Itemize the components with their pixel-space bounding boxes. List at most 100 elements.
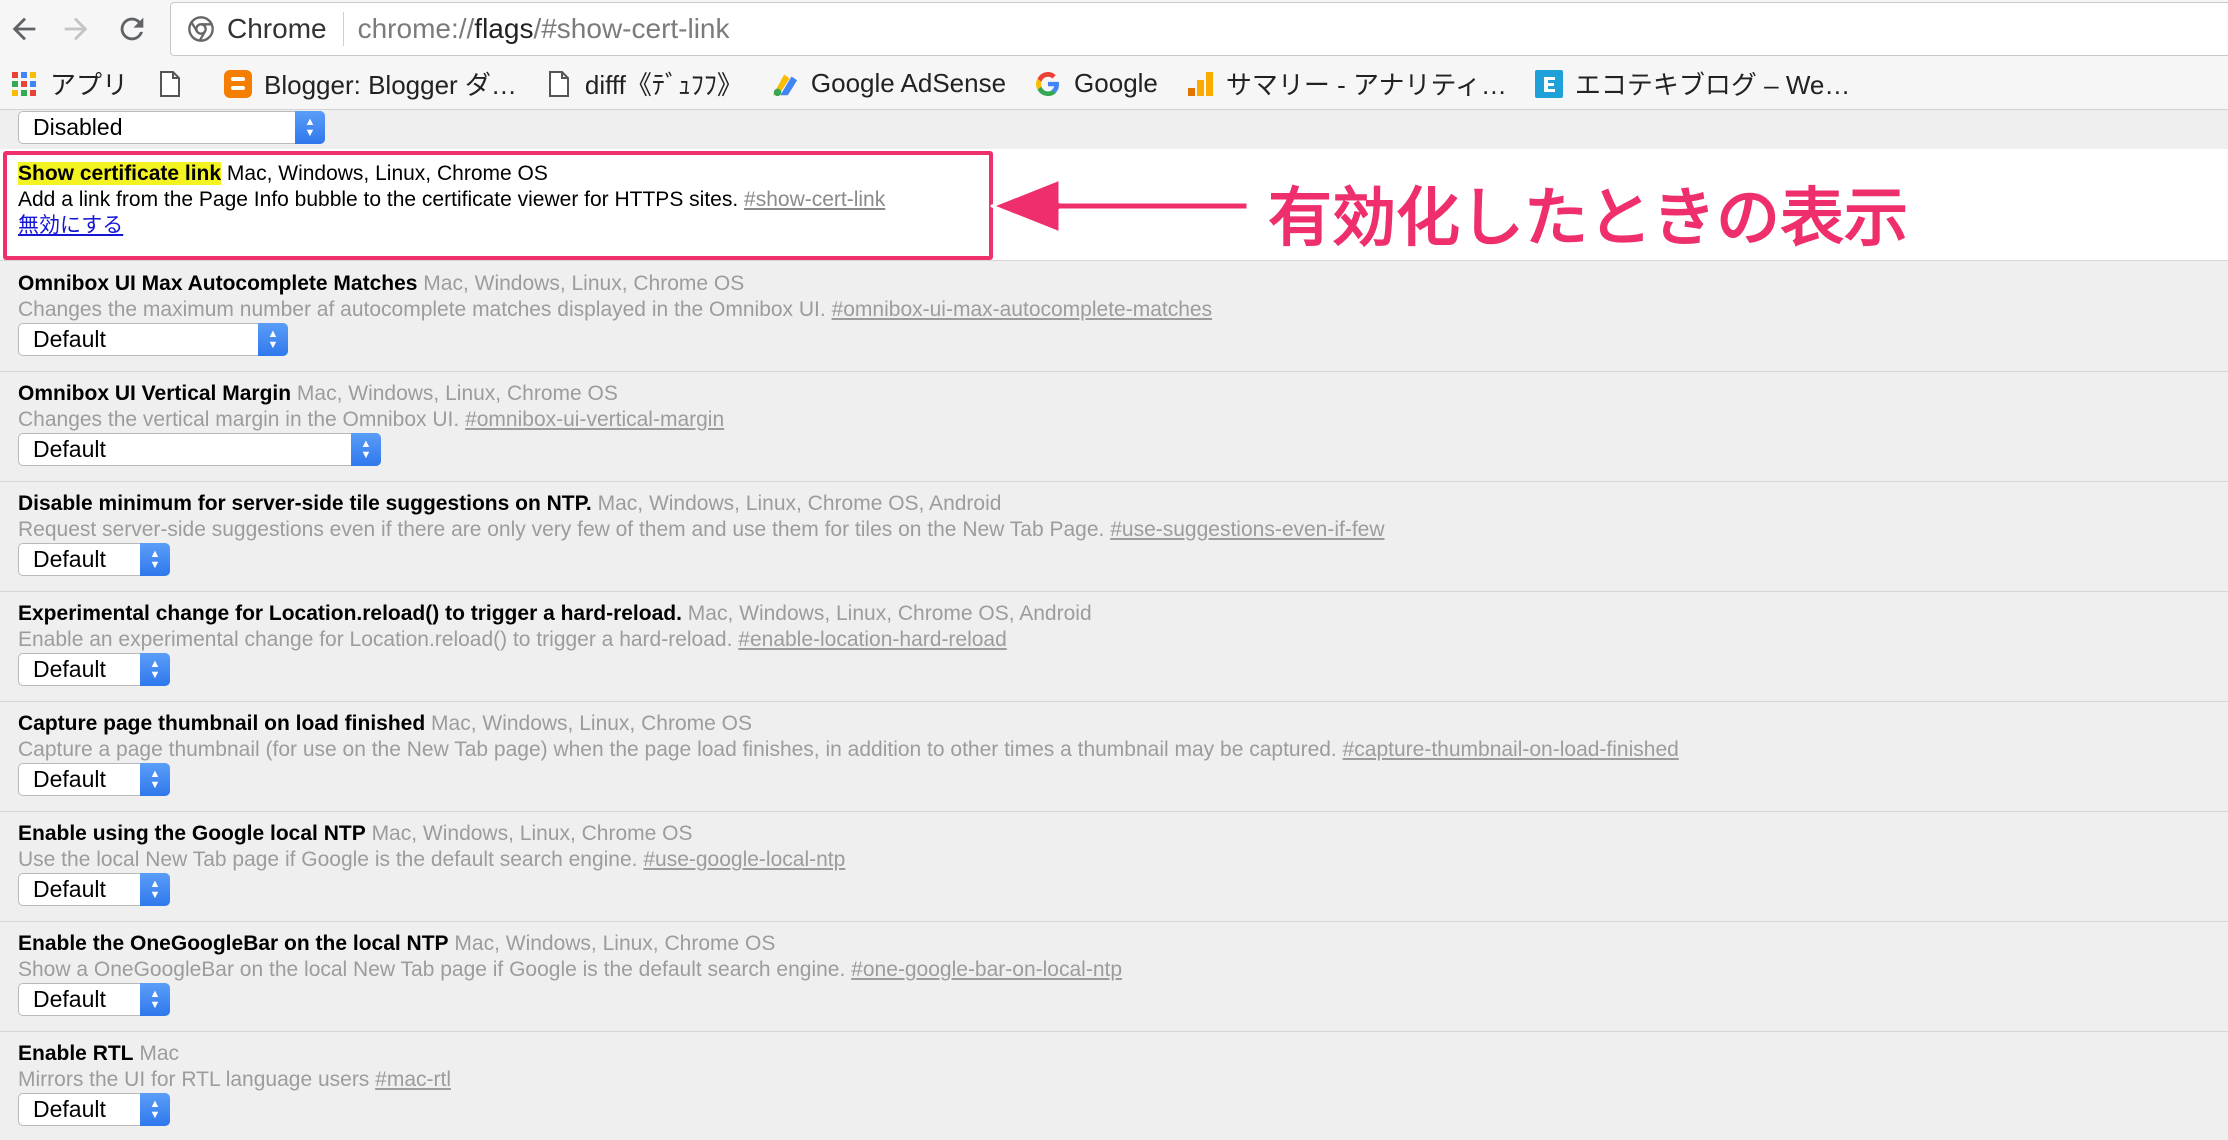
flag-description: Request server-side suggestions even if … bbox=[18, 518, 1105, 541]
flag-platforms: Mac, Windows, Linux, Chrome OS bbox=[371, 822, 693, 845]
flag-heading: Enable RTL Mac bbox=[18, 1041, 2218, 1067]
flag-item: Omnibox UI Vertical Margin Mac, Windows,… bbox=[18, 381, 2218, 433]
back-button[interactable] bbox=[0, 5, 48, 53]
bookmark-google[interactable]: Google bbox=[1034, 68, 1158, 99]
divider bbox=[0, 591, 2228, 592]
select-value: Default bbox=[33, 986, 106, 1012]
bookmark-label: Google bbox=[1074, 68, 1158, 98]
divider bbox=[0, 811, 2228, 812]
flag-description-line: Changes the maximum number af autocomple… bbox=[18, 297, 2218, 323]
annotation-highlight-box bbox=[3, 151, 993, 260]
flag-title: Omnibox UI Vertical Margin bbox=[18, 382, 292, 405]
flag-title: Omnibox UI Max Autocomplete Matches bbox=[18, 272, 418, 295]
flag-title: Enable using the Google local NTP bbox=[18, 822, 366, 845]
flag-anchor-link[interactable]: #use-suggestions-even-if-few bbox=[1110, 518, 1384, 541]
flag-platforms: Mac, Windows, Linux, Chrome OS, Android bbox=[597, 492, 1002, 515]
bookmark-label: エコテキブログ – We… bbox=[1574, 70, 1851, 100]
blogger-icon bbox=[224, 69, 253, 98]
flag-select[interactable]: Default ▲ ▼ bbox=[18, 433, 381, 466]
select-arrows-icon: ▲ ▼ bbox=[258, 323, 288, 356]
select-value: Default bbox=[33, 766, 106, 792]
flag-item: Enable using the Google local NTP Mac, W… bbox=[18, 821, 2218, 873]
flag-item: Enable RTL Mac Mirrors the UI for RTL la… bbox=[18, 1041, 2218, 1093]
flag-platforms: Mac, Windows, Linux, Chrome OS bbox=[431, 712, 752, 735]
flag-select[interactable]: Default ▲ ▼ bbox=[18, 1093, 170, 1126]
flag-select[interactable]: Default ▲ ▼ bbox=[18, 653, 170, 686]
flag-title: Capture page thumbnail on load finished bbox=[18, 712, 426, 735]
bookmark-page[interactable] bbox=[156, 70, 196, 98]
reload-button[interactable] bbox=[108, 5, 156, 53]
flag-description: Mirrors the UI for RTL language users bbox=[18, 1068, 370, 1091]
annotation-arrow-icon bbox=[990, 177, 1250, 235]
url-text[interactable]: chrome://flags/#show-cert-link bbox=[358, 13, 730, 45]
flag-heading: Omnibox UI Vertical Margin Mac, Windows,… bbox=[18, 381, 2218, 407]
flag-select[interactable]: Default ▲ ▼ bbox=[18, 323, 288, 356]
select-arrows-icon: ▲ ▼ bbox=[140, 653, 170, 686]
select-arrows-icon: ▲ ▼ bbox=[140, 1093, 170, 1126]
annotation-label: 有効化したときの表示 bbox=[1268, 182, 1908, 256]
select-value: Default bbox=[33, 656, 106, 682]
forward-button[interactable] bbox=[52, 5, 100, 53]
browser-toolbar: Chrome chrome://flags/#show-cert-link bbox=[0, 0, 2228, 58]
select-value: Default bbox=[33, 1096, 106, 1122]
flag-item: Enable the OneGoogleBar on the local NTP… bbox=[18, 931, 2218, 983]
chrome-logo-icon bbox=[188, 16, 214, 42]
url-scheme: chrome:// bbox=[357, 13, 475, 44]
page-icon bbox=[545, 70, 573, 98]
bookmark-analytics[interactable]: サマリー - アナリティ… bbox=[1186, 65, 1507, 102]
flag-anchor-link[interactable]: #use-google-local-ntp bbox=[643, 848, 845, 871]
flag-select[interactable]: Default ▲ ▼ bbox=[18, 983, 170, 1016]
flag-description: Changes the maximum number af autocomple… bbox=[18, 298, 826, 321]
divider bbox=[0, 701, 2228, 702]
select-arrows-icon: ▲ ▼ bbox=[140, 873, 170, 906]
flag-select[interactable]: Default ▲ ▼ bbox=[18, 543, 170, 576]
flag-description-line: Capture a page thumbnail (for use on the… bbox=[18, 737, 2218, 763]
flag-heading: Experimental change for Location.reload(… bbox=[18, 601, 2218, 627]
flag-description: Use the local New Tab page if Google is … bbox=[18, 848, 638, 871]
select-arrows-icon: ▲ ▼ bbox=[140, 983, 170, 1016]
analytics-icon bbox=[1186, 70, 1214, 98]
select-arrows-icon: ▲ ▼ bbox=[140, 543, 170, 576]
flag-platforms: Mac, Windows, Linux, Chrome OS bbox=[454, 932, 776, 955]
select-value: Default bbox=[33, 546, 106, 572]
flag-description: Capture a page thumbnail (for use on the… bbox=[18, 738, 1337, 761]
select-arrows-icon: ▲ ▼ bbox=[295, 111, 325, 144]
flag-anchor-link[interactable]: #capture-thumbnail-on-load-finished bbox=[1343, 738, 1679, 761]
flag-item: Disable minimum for server-side tile sug… bbox=[18, 491, 2218, 543]
flag-description: Changes the vertical margin in the Omnib… bbox=[18, 408, 460, 431]
divider bbox=[0, 1031, 2228, 1032]
flag-anchor-link[interactable]: #enable-location-hard-reload bbox=[738, 628, 1007, 651]
flag-anchor-link[interactable]: #mac-rtl bbox=[375, 1068, 451, 1091]
bookmark-apps[interactable]: アプリ bbox=[10, 65, 128, 102]
flag-title: Enable the OneGoogleBar on the local NTP bbox=[18, 932, 449, 955]
back-arrow-icon bbox=[12, 17, 36, 41]
select-value: Default bbox=[33, 326, 106, 352]
bookmark-blogger[interactable]: Blogger: Blogger ダ… bbox=[224, 65, 517, 102]
url-path: /#show-cert-link bbox=[533, 13, 730, 44]
flag-select-previous[interactable]: Disabled ▲ ▼ bbox=[18, 111, 325, 144]
adsense-icon bbox=[771, 70, 799, 98]
flag-platforms: Mac bbox=[139, 1042, 180, 1065]
flag-anchor-link[interactable]: #one-google-bar-on-local-ntp bbox=[851, 958, 1122, 981]
flag-anchor-link[interactable]: #omnibox-ui-vertical-margin bbox=[465, 408, 724, 431]
bookmark-adsense[interactable]: Google AdSense bbox=[771, 68, 1006, 99]
flag-description-line: Show a OneGoogleBar on the local New Tab… bbox=[18, 957, 2218, 983]
bookmark-ecotech[interactable]: エコテキブログ – We… bbox=[1534, 65, 1851, 102]
flag-item: Experimental change for Location.reload(… bbox=[18, 601, 2218, 653]
bookmark-difff[interactable]: difff《ﾃﾞｭﾌﾌ》 bbox=[545, 65, 743, 102]
select-value: Default bbox=[33, 436, 106, 462]
flag-anchor-link[interactable]: #omnibox-ui-max-autocomplete-matches bbox=[832, 298, 1213, 321]
divider bbox=[0, 921, 2228, 922]
address-bar[interactable]: Chrome chrome://flags/#show-cert-link bbox=[170, 2, 2228, 56]
flag-description-line: Request server-side suggestions even if … bbox=[18, 517, 2218, 543]
flag-heading: Enable the OneGoogleBar on the local NTP… bbox=[18, 931, 2218, 957]
flag-select[interactable]: Default ▲ ▼ bbox=[18, 763, 170, 796]
select-arrows-icon: ▲ ▼ bbox=[351, 433, 381, 466]
bookmark-label: difff《ﾃﾞｭﾌﾌ》 bbox=[584, 70, 743, 100]
apps-grid-icon bbox=[10, 70, 38, 98]
flag-select[interactable]: Default ▲ ▼ bbox=[18, 873, 170, 906]
flag-platforms: Mac, Windows, Linux, Chrome OS, Android bbox=[687, 602, 1092, 625]
divider bbox=[0, 371, 2228, 372]
bookmark-label: Google AdSense bbox=[810, 68, 1007, 98]
flag-heading: Omnibox UI Max Autocomplete Matches Mac,… bbox=[18, 271, 2218, 297]
